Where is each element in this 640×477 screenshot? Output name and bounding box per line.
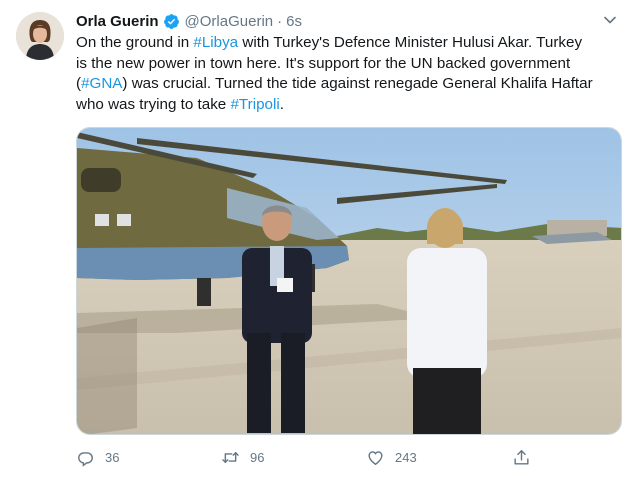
- tweet-text-segment: who was trying to take: [76, 95, 231, 113]
- chevron-down-icon[interactable]: [602, 12, 618, 28]
- hashtag-link[interactable]: #Libya: [193, 34, 238, 51]
- reply-icon: [76, 448, 95, 467]
- retweet-icon: [221, 448, 240, 467]
- verified-badge-icon: [163, 13, 180, 30]
- tweet-header: Orla Guerin @OrlaGuerin · 6s: [76, 11, 302, 31]
- tweet-text-line: who was trying to take #Tripoli.: [76, 95, 624, 116]
- reply-count: 36: [105, 450, 120, 465]
- hashtag-link[interactable]: #GNA: [81, 75, 122, 92]
- share-button[interactable]: [512, 448, 531, 467]
- tweet-card[interactable]: Orla Guerin @OrlaGuerin · 6s On the grou…: [0, 0, 640, 477]
- tweet-text-line: On the ground in #Libya with Turkey's De…: [76, 33, 624, 54]
- retweet-button[interactable]: 96: [221, 448, 264, 467]
- hashtag-link[interactable]: #Tripoli: [230, 96, 279, 113]
- author-name[interactable]: Orla Guerin: [76, 13, 159, 30]
- tweet-text-segment: is the new power in town here. It's supp…: [76, 54, 571, 72]
- author-handle[interactable]: @OrlaGuerin: [185, 13, 274, 30]
- tweet-text-line: (#GNA) was crucial. Turned the tide agai…: [76, 74, 624, 95]
- like-count: 243: [395, 450, 417, 465]
- share-icon: [512, 448, 531, 467]
- tweet-text-segment: On the ground in: [76, 34, 194, 51]
- avatar[interactable]: [16, 12, 64, 60]
- tweet-text-line: is the new power in town here. It's supp…: [76, 54, 624, 75]
- tweet-text-segment: ) was crucial. Turned the tide against r…: [122, 75, 593, 92]
- heart-icon: [366, 448, 385, 467]
- reply-button[interactable]: 36: [76, 448, 119, 467]
- timestamp[interactable]: 6s: [286, 13, 302, 30]
- retweet-count: 96: [250, 450, 265, 465]
- like-button[interactable]: 243: [366, 448, 417, 467]
- tweet-text-segment: .: [279, 95, 284, 113]
- tweet-actions: 36 96 243: [76, 446, 546, 470]
- tweet-text-segment: with Turkey's Defence Minister Hulusi Ak…: [238, 34, 583, 51]
- separator-dot: ·: [277, 12, 283, 30]
- interview-photo: [77, 128, 621, 434]
- tweet-text: On the ground in #Libya with Turkey's De…: [76, 33, 624, 115]
- tweet-photo[interactable]: [76, 127, 622, 435]
